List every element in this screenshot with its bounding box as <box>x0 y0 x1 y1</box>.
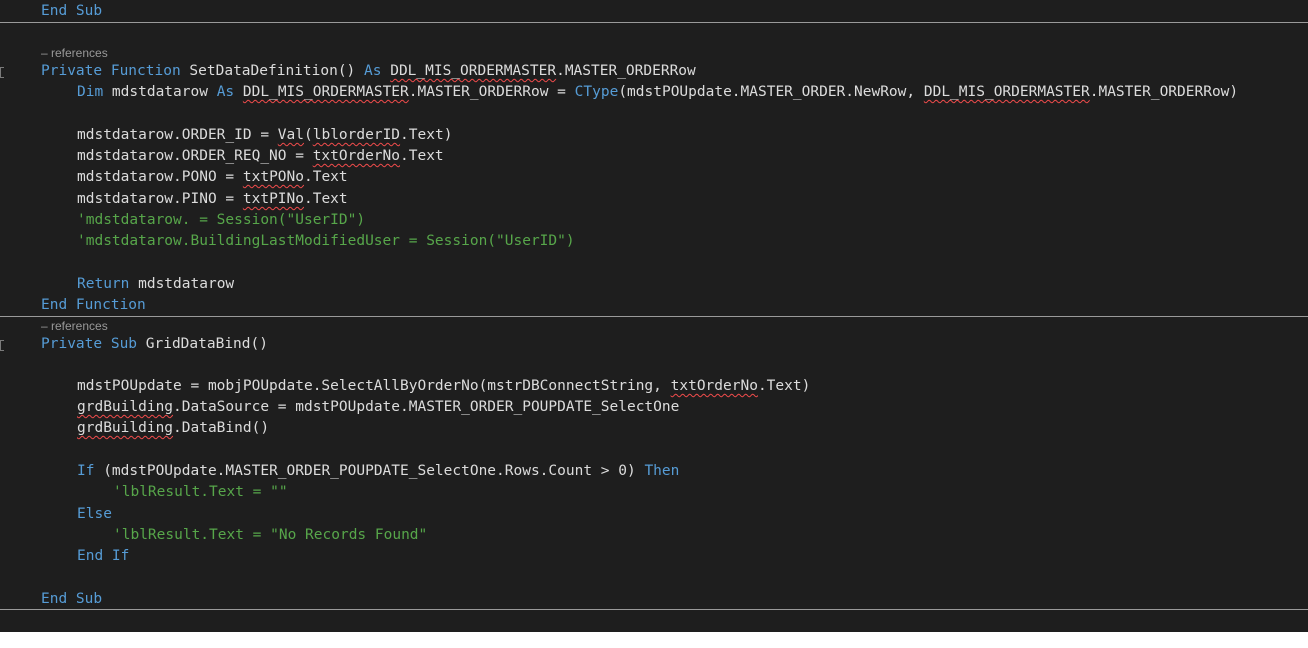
code-comment-result-empty: 'lblResult.Text = "" <box>113 484 288 500</box>
code-line-pino: mdstdatarow.PINO = txtPINo.Text <box>77 191 348 207</box>
code-line-end-if: End If <box>77 548 130 564</box>
code-line-datasource: grdBuilding.DataSource = mdstPOUpdate.MA… <box>77 399 680 415</box>
code-line-if: If (mdstPOUpdate.MASTER_ORDER_POUPDATE_S… <box>77 463 680 479</box>
code-line-return: Return mdstdatarow <box>77 276 235 292</box>
code-line-databind: grdBuilding.DataBind() <box>77 420 270 436</box>
code-line-order-id: mdstdatarow.ORDER_ID = Val(lblorderID.Te… <box>77 127 453 143</box>
code-comment-session: 'mdstdatarow. = Session("UserID") <box>77 212 366 228</box>
method-separator <box>0 316 1308 317</box>
method-separator <box>0 609 1308 610</box>
code-line-end-sub-top: End Sub <box>41 3 103 19</box>
code-line-end-function: End Function <box>41 297 146 313</box>
code-line-order-req-no: mdstdatarow.ORDER_REQ_NO = txtOrderNo.Te… <box>77 148 444 164</box>
codelens-references[interactable]: – references <box>41 46 108 60</box>
outline-collapse-marker[interactable] <box>0 67 4 78</box>
function-signature-griddatabind: Private Sub GridDataBind() <box>41 336 268 352</box>
code-comment-no-records: 'lblResult.Text = "No Records Found" <box>113 527 428 543</box>
outline-collapse-marker[interactable] <box>0 340 4 351</box>
code-editor[interactable]: End Sub – references Private Function Se… <box>0 0 1308 632</box>
code-line-else: Else <box>77 506 112 522</box>
code-line-end-sub: End Sub <box>41 591 103 607</box>
method-separator <box>0 22 1308 23</box>
code-line-pono: mdstdatarow.PONO = txtPONo.Text <box>77 169 348 185</box>
code-line-select-all: mdstPOUpdate = mobjPOUpdate.SelectAllByO… <box>77 378 811 394</box>
function-signature-setdatadefinition: Private Function SetDataDefinition() As … <box>41 63 696 79</box>
code-comment-modified-user: 'mdstdatarow.BuildingLastModifiedUser = … <box>77 233 575 249</box>
codelens-references[interactable]: – references <box>41 319 108 333</box>
code-line-dim: Dim mdstdatarow As DDL_MIS_ORDERMASTER.M… <box>77 84 1239 100</box>
